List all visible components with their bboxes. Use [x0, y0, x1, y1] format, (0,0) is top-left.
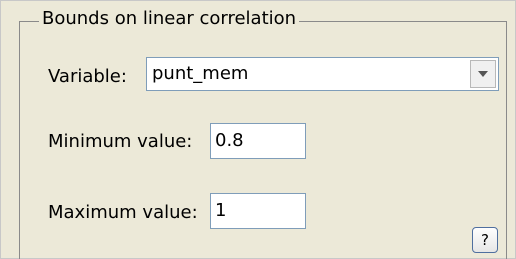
maximum-value-text: 1 [215, 200, 227, 221]
minimum-value-input[interactable]: 0.8 [210, 123, 306, 159]
help-button[interactable]: ? [472, 227, 498, 253]
group-title: Bounds on linear correlation [39, 7, 300, 31]
minimum-value-text: 0.8 [215, 130, 244, 151]
variable-selected-value: punt_mem [152, 63, 249, 84]
panel: Bounds on linear correlation Variable: p… [0, 0, 516, 259]
maximum-value-input[interactable]: 1 [210, 193, 306, 229]
dropdown-button[interactable] [470, 60, 496, 88]
chevron-down-icon [478, 71, 488, 77]
variable-label: Variable: [48, 66, 127, 87]
variable-dropdown[interactable]: punt_mem [146, 57, 499, 91]
maximum-value-label: Maximum value: [48, 202, 198, 223]
minimum-value-label: Minimum value: [48, 131, 193, 152]
